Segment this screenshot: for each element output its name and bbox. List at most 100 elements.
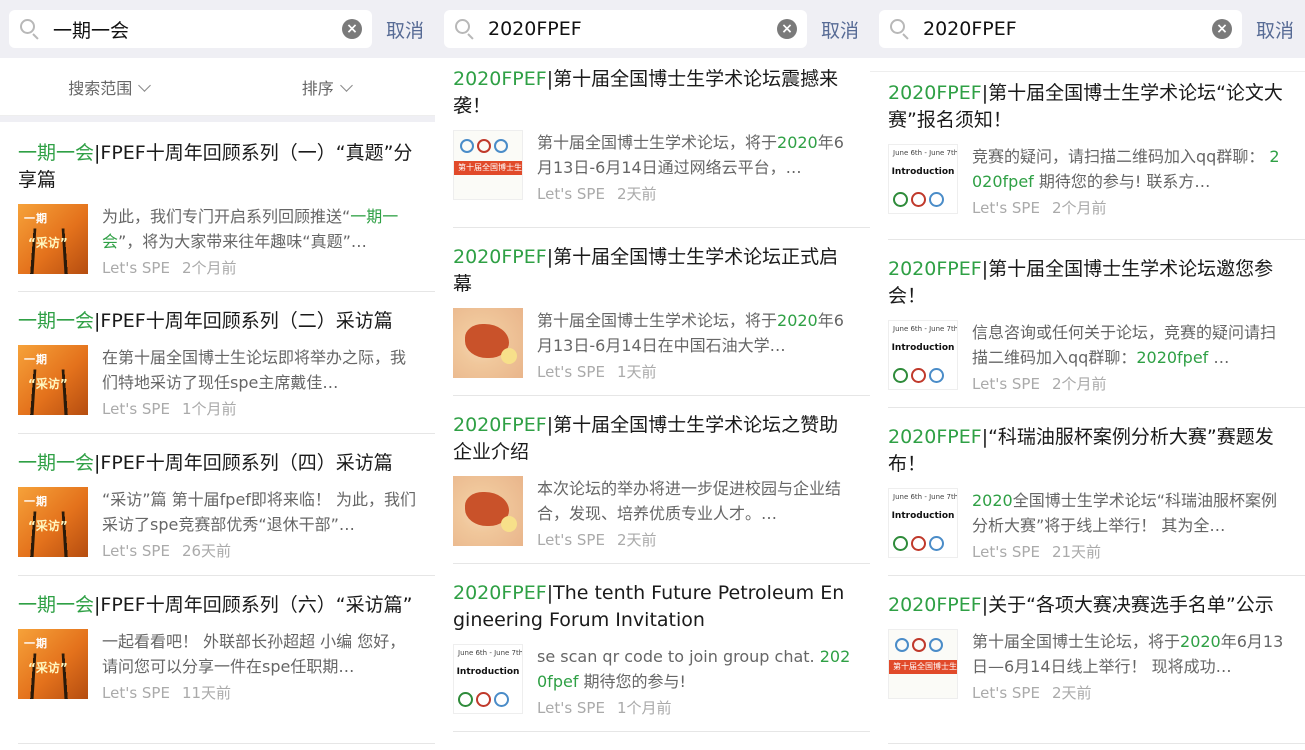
divider: [453, 731, 870, 732]
source-name[interactable]: Let's SPE: [102, 542, 170, 560]
search-panel-2: 2020FPEF × 取消 2020FPEF|第十届全国博士生学术论坛震撼来袭！…: [435, 0, 870, 750]
result-title[interactable]: 一期一会|FPEF十周年回顾系列（四）采访篇: [18, 450, 417, 477]
source-name[interactable]: Let's SPE: [102, 400, 170, 418]
result-title[interactable]: 一期一会|FPEF十周年回顾系列（二）采访篇: [18, 308, 417, 335]
result-title[interactable]: 一期一会|FPEF十周年回顾系列（一）“真题”分享篇: [18, 140, 417, 194]
result-title[interactable]: 2020FPEF|第十届全国博士生学术论坛“论文大赛”报名须知！: [888, 80, 1287, 134]
result-title[interactable]: 一期一会|FPEF十周年回顾系列（六）“采访篇”: [18, 592, 417, 619]
result-item[interactable]: 2020FPEF|关于“各项大赛决赛选手名单”公示第十届全国博士生 第十届全国博士…: [870, 576, 1305, 744]
thumbnail-date: June 6th - June 7th, 2020: [458, 649, 523, 657]
thumbnail-image: [453, 308, 523, 378]
result-item[interactable]: 一期一会|FPEF十周年回顾系列（二）采访篇 一期 “采访” 在第十届全国博士生论坛即…: [0, 292, 435, 434]
snippet-text: 期待您的参与!: [578, 672, 686, 691]
title-highlight: 一期一会: [18, 452, 95, 474]
search-input[interactable]: 2020FPEF: [923, 18, 1212, 40]
clear-icon[interactable]: ×: [1211, 19, 1232, 39]
search-box[interactable]: 2020FPEF ×: [444, 10, 807, 48]
title-highlight: 2020FPEF: [453, 68, 547, 90]
chevron-down-icon: [138, 78, 152, 92]
logo-icon: [912, 638, 926, 652]
source-name[interactable]: Let's SPE: [102, 259, 170, 277]
logo-icon: [477, 139, 491, 153]
search-bar: 2020FPEF × 取消: [435, 0, 870, 58]
result-meta: Let's SPE 1个月前: [537, 698, 852, 718]
thumbnail-date: June 6th - June 7th, 2020: [893, 149, 958, 157]
clear-icon[interactable]: ×: [341, 19, 362, 39]
result-meta: Let's SPE 2天前: [537, 530, 852, 550]
cancel-button[interactable]: 取消: [386, 16, 424, 43]
thumbnail-image: [453, 476, 523, 546]
thumbnail-title: Introduction: [891, 511, 955, 521]
post-time: 1个月前: [616, 699, 672, 717]
result-snippet: 一起看看吧！ 外联部长孙超超 小编 您好，请问您可以分享一件在spe任职期…: [102, 629, 417, 679]
title-highlight: 2020FPEF: [453, 414, 547, 436]
source-name[interactable]: Let's SPE: [972, 375, 1040, 393]
result-title[interactable]: 2020FPEF|第十届全国博士生学术论坛之赞助企业介绍: [453, 412, 852, 466]
thumbnail-date: June 6th - June 7th, 2020: [893, 325, 958, 333]
result-meta: Let's SPE 2个月前: [102, 258, 417, 278]
snippet-text: 全国博士生学术论坛“科瑞油服杯案例分析大赛”将于线上举行！ 其为全…: [972, 491, 1278, 535]
chevron-down-icon: [339, 78, 353, 92]
source-name[interactable]: Let's SPE: [537, 699, 605, 717]
search-input[interactable]: 2020FPEF: [488, 18, 777, 40]
title-highlight: 2020FPEF: [453, 246, 547, 268]
result-item[interactable]: 一期一会|FPEF十周年回顾系列（四）采访篇 一期 “采访” “采访”篇 第十届fpe…: [0, 434, 435, 576]
result-item[interactable]: 2020FPEF|第十届全国博士生学术论坛正式启幕 第十届全国博士生学术论坛，将于…: [435, 228, 870, 396]
result-item[interactable]: 2020FPEF|“科瑞油服杯案例分析大赛”赛题发布！ June 6th - Ju…: [870, 408, 1305, 576]
search-box[interactable]: 一期一会 ×: [9, 10, 372, 48]
banner-text: 第十届全国博士生: [458, 163, 522, 172]
search-panel-1: 一期一会 × 取消 搜索范围 排序 一期一会|FPEF十周年回顾系列（一）“真题…: [0, 0, 435, 750]
result-title[interactable]: 2020FPEF|The tenth Future Petroleum Engi…: [453, 580, 852, 634]
source-name[interactable]: Let's SPE: [537, 185, 605, 203]
result-snippet: “采访”篇 第十届fpef即将来临！ 为此，我们采访了spe竞赛部优秀“退休干部…: [102, 487, 417, 537]
search-input[interactable]: 一期一会: [53, 16, 342, 43]
result-item[interactable]: 2020FPEF|第十届全国博士生学术论坛之赞助企业介绍本次论坛的举办将进一步促…: [435, 396, 870, 564]
search-box[interactable]: 2020FPEF ×: [879, 10, 1242, 48]
logo-icon: [494, 139, 508, 153]
results-list: 2020FPEF|第十届全国博士生学术论坛“论文大赛”报名须知！ June 6th…: [870, 72, 1305, 744]
result-item[interactable]: 一期一会|FPEF十周年回顾系列（一）“真题”分享篇 一期 “采访” 为此，我们专门开…: [0, 122, 435, 292]
post-time: 11天前: [181, 684, 232, 702]
cancel-button[interactable]: 取消: [1256, 16, 1294, 43]
result-title[interactable]: 2020FPEF|关于“各项大赛决赛选手名单”公示: [888, 592, 1287, 619]
filter-sort-dropdown[interactable]: 排序: [218, 75, 436, 99]
result-item[interactable]: 2020FPEF|第十届全国博士生学术论坛震撼来袭！ 第十届全国博士生 第十届全国博…: [435, 58, 870, 228]
source-name[interactable]: Let's SPE: [972, 543, 1040, 561]
snippet-highlight: 2020: [972, 491, 1013, 510]
result-info: 本次论坛的举办将进一步促进校园与企业结合，发现、培养优质专业人才。… Let's …: [537, 476, 852, 550]
result-item[interactable]: 2020FPEF|The tenth Future Petroleum Engi…: [435, 564, 870, 732]
source-name[interactable]: Let's SPE: [972, 199, 1040, 217]
source-name[interactable]: Let's SPE: [972, 684, 1040, 702]
result-title[interactable]: 2020FPEF|第十届全国博士生学术论坛邀您参会！: [888, 256, 1287, 310]
result-title[interactable]: 2020FPEF|第十届全国博士生学术论坛正式启幕: [453, 244, 852, 298]
thumbnail-caption: “采访”: [28, 377, 68, 391]
result-item[interactable]: 2020FPEF|第十届全国博士生学术论坛“论文大赛”报名须知！ June 6th…: [870, 72, 1305, 240]
result-info: 第十届全国博士生论坛，将于2020年6月13日—6月14日线上举行！ 现将成功……: [972, 629, 1287, 703]
clear-icon[interactable]: ×: [776, 19, 797, 39]
result-title[interactable]: 2020FPEF|第十届全国博士生学术论坛震撼来袭！: [453, 66, 852, 120]
logo-icon: [929, 368, 944, 383]
result-title[interactable]: 2020FPEF|“科瑞油服杯案例分析大赛”赛题发布！: [888, 424, 1287, 478]
banner-strip: 第十届全国博士生: [889, 660, 957, 674]
post-time: 2天前: [1051, 684, 1092, 702]
thumbnail-caption: “采访”: [28, 236, 68, 250]
search-bar: 2020FPEF × 取消: [870, 0, 1305, 58]
result-body: June 6th - June 7th, 2020 Introduction 竞赛的…: [888, 144, 1287, 218]
sun-graphic: [501, 348, 517, 364]
logo-icon: [895, 638, 909, 652]
post-time: 21天前: [1051, 543, 1102, 561]
filter-scope-dropdown[interactable]: 搜索范围: [0, 75, 218, 99]
results-list: 一期一会|FPEF十周年回顾系列（一）“真题”分享篇 一期 “采访” 为此，我们专门开…: [0, 122, 435, 744]
source-name[interactable]: Let's SPE: [537, 363, 605, 381]
source-name[interactable]: Let's SPE: [102, 684, 170, 702]
post-time: 2个月前: [1051, 375, 1107, 393]
thumbnail-image: June 6th - June 7th, 2020 Introduction: [888, 320, 958, 390]
cancel-button[interactable]: 取消: [821, 16, 859, 43]
result-item[interactable]: 2020FPEF|第十届全国博士生学术论坛邀您参会！ June 6th - Jun…: [870, 240, 1305, 408]
result-item[interactable]: 一期一会|FPEF十周年回顾系列（六）“采访篇” 一期 “采访” 一起看看吧！ 外联部…: [0, 576, 435, 744]
thumbnail-image: 一期 “采访”: [18, 204, 88, 274]
title-highlight: 2020FPEF: [888, 258, 982, 280]
result-meta: Let's SPE 2天前: [972, 683, 1287, 703]
source-name[interactable]: Let's SPE: [537, 531, 605, 549]
result-meta: Let's SPE 1个月前: [102, 399, 417, 419]
